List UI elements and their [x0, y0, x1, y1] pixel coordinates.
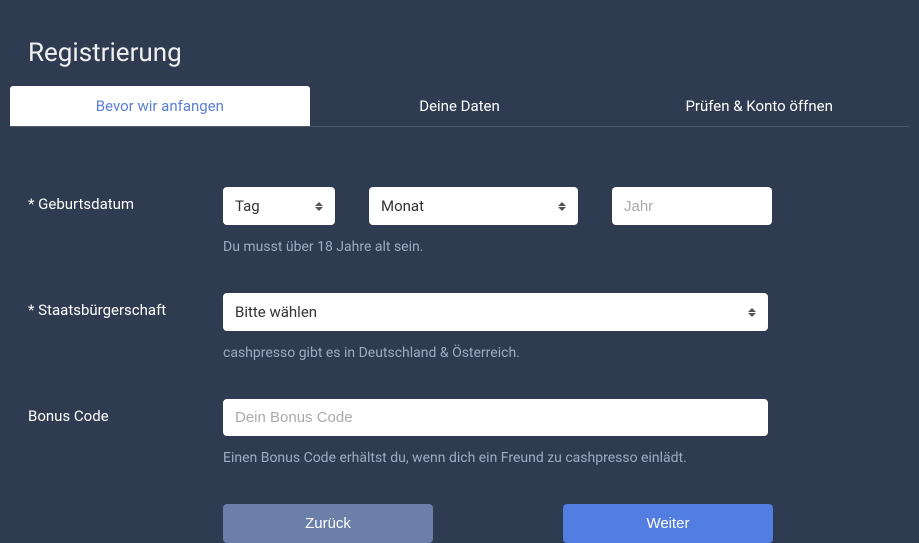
page-title: Registrierung: [28, 38, 891, 68]
chevron-sort-icon: [315, 202, 323, 211]
button-spacer: [28, 504, 223, 512]
tab-step3[interactable]: Prüfen & Konto öffnen: [609, 86, 909, 126]
label-birthdate: * Geburtsdatum: [28, 187, 223, 213]
chevron-sort-icon: [748, 308, 756, 317]
hint-citizenship: cashpresso gibt es in Deutschland & Öste…: [223, 345, 891, 361]
next-button[interactable]: Weiter: [563, 504, 773, 543]
row-buttons: Zurück Weiter: [28, 504, 891, 543]
fields-citizenship: Bitte wählen cashpresso gibt es in Deuts…: [223, 293, 891, 361]
chevron-sort-icon: [558, 202, 566, 211]
row-birthdate: * Geburtsdatum Tag Monat Du musst über 1…: [28, 187, 891, 255]
select-month[interactable]: Monat: [369, 187, 578, 225]
select-day-value: Tag: [235, 197, 260, 215]
label-bonus: Bonus Code: [28, 399, 223, 425]
row-bonus: Bonus Code Einen Bonus Code erhältst du,…: [28, 399, 891, 466]
step-tabs: Bevor wir anfangen Deine Daten Prüfen & …: [10, 86, 909, 127]
back-button[interactable]: Zurück: [223, 504, 433, 543]
select-citizenship[interactable]: Bitte wählen: [223, 293, 768, 331]
form-area: * Geburtsdatum Tag Monat Du musst über 1…: [10, 127, 909, 543]
page-header: Registrierung: [10, 0, 909, 86]
input-bonus-wrapper: [223, 399, 768, 436]
select-month-value: Monat: [381, 197, 424, 215]
tab-step2[interactable]: Deine Daten: [310, 86, 610, 126]
input-bonus[interactable]: [235, 409, 756, 426]
select-day[interactable]: Tag: [223, 187, 335, 225]
input-year[interactable]: [624, 198, 760, 215]
hint-bonus: Einen Bonus Code erhältst du, wenn dich …: [223, 450, 891, 466]
label-citizenship: * Staatsbürgerschaft: [28, 293, 223, 319]
select-citizenship-value: Bitte wählen: [235, 303, 317, 321]
input-year-wrapper: [612, 187, 772, 225]
fields-bonus: Einen Bonus Code erhältst du, wenn dich …: [223, 399, 891, 466]
fields-birthdate: Tag Monat Du musst über 18 Jahre alt sei…: [223, 187, 891, 255]
row-citizenship: * Staatsbürgerschaft Bitte wählen cashpr…: [28, 293, 891, 361]
hint-birthdate: Du musst über 18 Jahre alt sein.: [223, 239, 891, 255]
tab-step1[interactable]: Bevor wir anfangen: [10, 86, 310, 126]
button-row: Zurück Weiter: [223, 504, 891, 543]
